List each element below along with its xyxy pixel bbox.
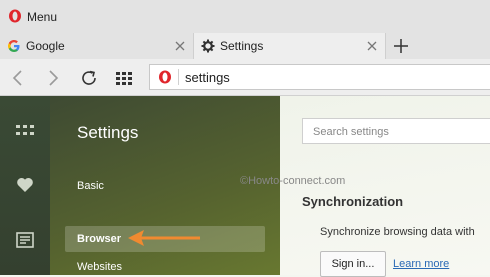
reload-icon[interactable] — [80, 69, 98, 87]
new-tab-plus-icon[interactable] — [393, 38, 409, 54]
tab-title: Settings — [220, 39, 264, 53]
tab-title: Google — [26, 39, 65, 53]
watermark: ©Howto-connect.com — [240, 175, 346, 187]
url-separator — [178, 69, 179, 85]
back-arrow-icon[interactable] — [9, 69, 27, 87]
nav-item-basic[interactable]: Basic — [77, 180, 104, 192]
speed-dial-grid-icon[interactable] — [115, 69, 133, 87]
sidebar — [0, 96, 50, 275]
speed-dial-icon[interactable] — [16, 122, 34, 140]
settings-heading: Settings — [77, 123, 139, 142]
search-placeholder: Search settings — [313, 126, 389, 138]
heart-icon[interactable] — [16, 176, 34, 194]
search-settings-input[interactable]: Search settings — [302, 118, 490, 144]
title-bar: Menu — [0, 0, 490, 33]
url-text[interactable]: settings — [185, 70, 230, 85]
tab-strip: Google Settings — [0, 33, 490, 59]
tab-google[interactable]: Google — [0, 33, 193, 59]
sync-section-title: Synchronization — [302, 194, 404, 209]
nav-item-label: Browser — [77, 233, 122, 245]
close-icon[interactable] — [366, 40, 378, 52]
annotation-arrow-icon — [128, 230, 200, 246]
google-g-icon — [8, 40, 20, 52]
sign-in-button[interactable]: Sign in... — [320, 251, 386, 277]
forward-arrow-icon[interactable] — [44, 69, 62, 87]
sync-description: Synchronize browsing data with — [320, 226, 475, 238]
opera-logo-icon[interactable] — [8, 9, 22, 23]
gear-icon — [201, 39, 215, 53]
news-icon[interactable] — [16, 231, 34, 249]
address-bar[interactable]: settings — [149, 64, 490, 90]
menu-label[interactable]: Menu — [27, 10, 57, 24]
tab-settings[interactable]: Settings — [193, 33, 386, 59]
nav-item-websites[interactable]: Websites — [77, 261, 122, 273]
close-icon[interactable] — [174, 40, 186, 52]
learn-more-link[interactable]: Learn more — [393, 258, 449, 270]
opera-logo-icon — [159, 70, 171, 84]
